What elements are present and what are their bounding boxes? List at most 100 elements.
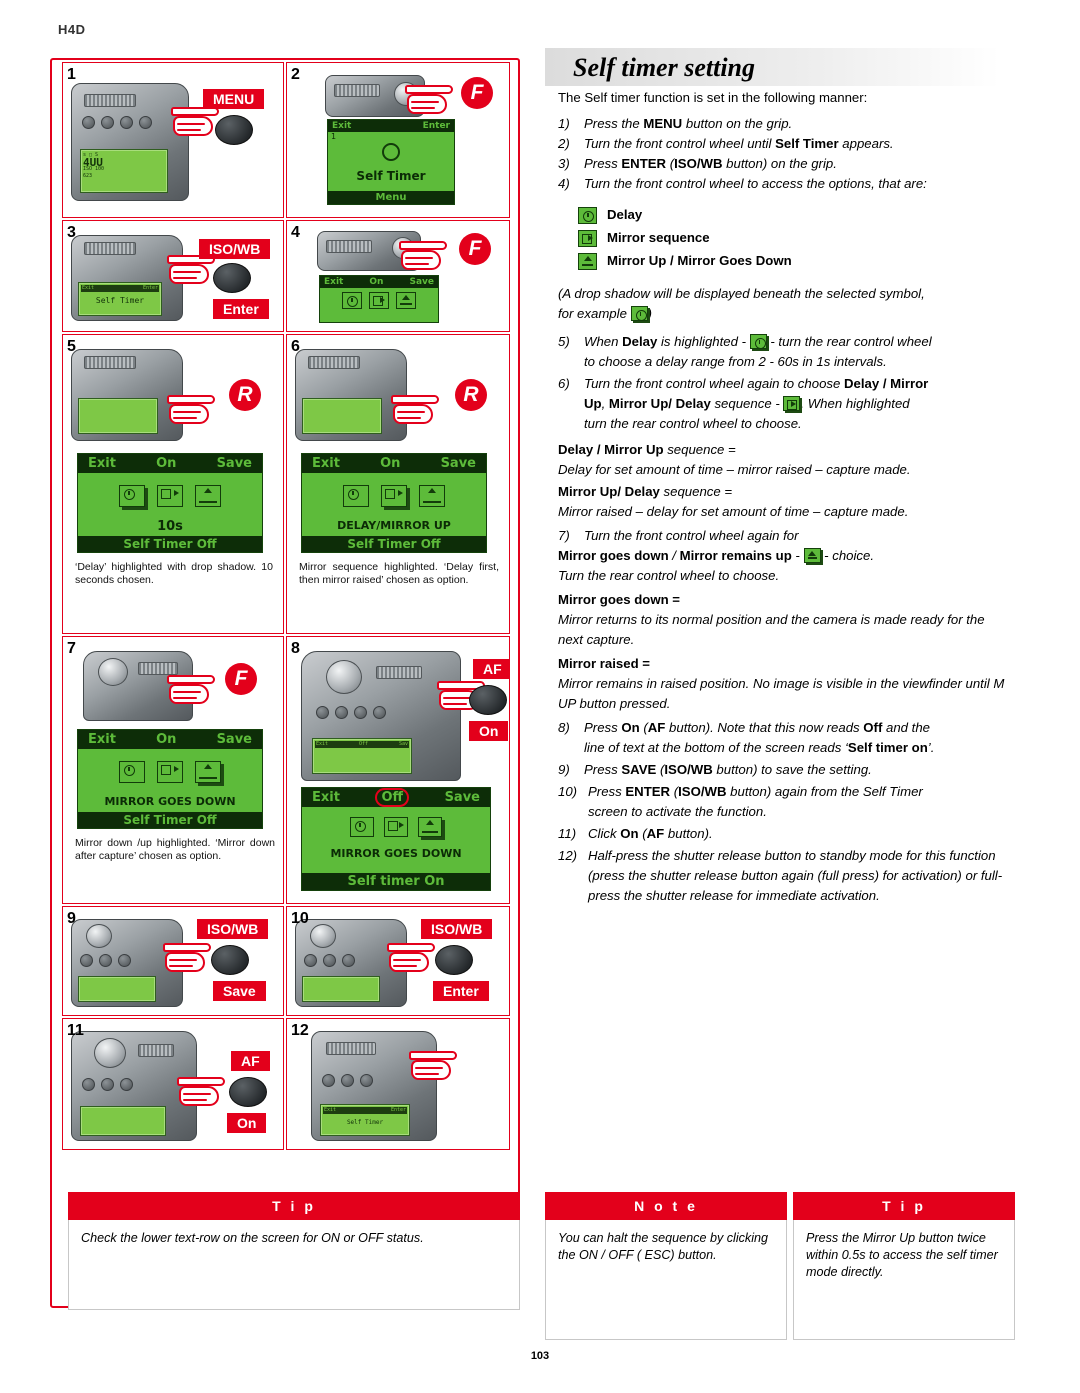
isowb-button-label: ISO/WB: [199, 239, 271, 259]
drop-shadow-note-line1: (A drop shadow will be displayed beneath…: [558, 286, 925, 301]
lcd-line-4: 623: [83, 173, 93, 179]
screen-value: DELAY/MIRROR UP: [337, 519, 451, 532]
mirror-up-icon: [195, 485, 221, 507]
mirror-sequence-icon: [783, 396, 801, 411]
instructions-column: The Self timer function is set in the fo…: [558, 88, 1010, 906]
isowb-physical-button[interactable]: [435, 945, 473, 975]
tip-box-left: T i p Check the lower text-row on the sc…: [68, 1192, 520, 1310]
step-text: Press the MENU button on the grip.: [584, 116, 793, 131]
step-item: 4) Turn the front control wheel to acces…: [558, 174, 1010, 194]
s10-p5: button) again from the Self Timer: [726, 784, 923, 799]
enter-label: Enter: [213, 299, 269, 319]
menu-physical-button[interactable]: [215, 115, 253, 145]
step-panel-10: 10 ISO/WB Enter: [286, 906, 510, 1016]
screen-save-label: Save: [216, 732, 252, 747]
step-panel-8: 8 Exit Off Sav AF On Exit Off Save MIRRO…: [286, 636, 510, 904]
camera-illustration: [71, 919, 183, 1007]
camera-ridge: [326, 1042, 376, 1055]
screen-exit-label: Exit: [88, 732, 116, 747]
note-box-text: You can halt the sequence by clicking th…: [545, 1220, 787, 1340]
screen-option-icons: [320, 292, 438, 309]
tip-box-right-header: T i p: [793, 1192, 1015, 1220]
step-text: Turn the front control wheel again to ch…: [584, 374, 1010, 434]
camera-illustration: [83, 651, 193, 721]
screen-option-icons: [78, 761, 262, 783]
screen-top-bar: Exit On Save: [320, 276, 438, 288]
definition-2: Mirror Up/ Delay sequence =: [558, 482, 1010, 502]
s8-af: AF: [647, 720, 666, 735]
panel-number: 9: [67, 910, 76, 927]
screen-save-label: Save: [444, 790, 480, 805]
camera-lcd: [78, 398, 158, 434]
af-button-label: AF: [473, 659, 509, 679]
camera-illustration: [71, 349, 183, 441]
s7-bold1: Mirror goes down: [558, 548, 669, 563]
document-model-header: H4D: [58, 22, 86, 37]
step-6: 6) Turn the front control wheel again to…: [558, 374, 1010, 434]
clock-icon: [749, 334, 767, 349]
definition-3-desc: Mirror returns to its normal position an…: [558, 612, 985, 647]
mirror-up-down-icon: [803, 548, 821, 563]
step-panel-1: 1 s □ S 4UU ISO 100 623 MENU: [62, 62, 284, 218]
panel-caption: ‘Delay’ highlighted with drop shadow. 10…: [75, 561, 273, 586]
step-8: 8) Press On (AF button). Note that this …: [558, 718, 1010, 758]
camera-ridge: [326, 240, 372, 253]
screen-option-icons: [302, 817, 490, 837]
step-panel-12: 12 Exit Enter Self Timer: [286, 1018, 510, 1150]
s7-bold2: Mirror remains up: [679, 548, 792, 563]
step-text: Click On (AF button).: [588, 824, 1010, 844]
clock-icon: [630, 306, 648, 321]
mirror-up-icon: [419, 485, 445, 507]
step-number: 8): [558, 720, 570, 735]
panel-number: 3: [67, 224, 76, 241]
panel-caption: Mirror down /up highlighted. ‘Mirror dow…: [75, 837, 275, 862]
camera-button-row: [322, 1074, 396, 1088]
camera-illustration: [317, 231, 421, 271]
s6-comma: ,: [601, 396, 609, 411]
camera-knob: [310, 924, 336, 948]
s9-p1: Press: [584, 762, 622, 777]
step-panel-9: 9 ISO/WB Save: [62, 906, 284, 1016]
step-5: 5) When Delay is highlighted - - turn th…: [558, 332, 1010, 372]
step-number: 5): [558, 334, 570, 349]
note-box: N o t e You can halt the sequence by cli…: [545, 1192, 787, 1340]
screen-clock-icon: [328, 143, 454, 165]
step-panel-4: 4 F Exit On Save: [286, 220, 510, 332]
af-physical-button[interactable]: [229, 1077, 267, 1107]
camera-lcd: [80, 1106, 166, 1136]
isowb-button-label: ISO/WB: [197, 919, 269, 939]
s7-slash: /: [668, 548, 680, 563]
drop-shadow-note-line2: for example: [558, 306, 627, 321]
isowb-physical-button[interactable]: [213, 263, 251, 293]
mirror-sequence-icon: [157, 761, 183, 783]
panel-number: 10: [291, 910, 309, 927]
s8-c2: Self timer on: [847, 740, 928, 755]
step-panel-5: 5 R Exit On Save 10s Self Timer Off ‘Del…: [62, 334, 284, 634]
s6-part1: Turn the front control wheel again to ch…: [584, 376, 844, 391]
af-physical-button[interactable]: [469, 685, 507, 715]
step-7: 7) Turn the front control wheel again fo…: [558, 526, 1010, 546]
panel-number: 11: [67, 1022, 84, 1039]
step-item: 1) Press the MENU button on the grip.: [558, 114, 1010, 134]
s8-c3: ’.: [927, 740, 935, 755]
camera-screen: Exit Off Save MIRROR GOES DOWN Self time…: [301, 787, 491, 891]
panel-number: 2: [291, 66, 300, 83]
step-11: 11) Click On (AF button).: [558, 824, 1010, 844]
camera-lcd: [302, 398, 382, 434]
s5-part1: When: [584, 334, 623, 349]
camera-knob: [94, 1038, 126, 1068]
clock-icon: [119, 761, 145, 783]
panel-number: 8: [291, 640, 300, 657]
s7-line2: Turn the rear control wheel to choose.: [558, 568, 780, 583]
drop-shadow-note-line3: ): [647, 306, 652, 321]
camera-lcd: Exit Off Sav: [312, 738, 412, 774]
panel-number: 1: [67, 66, 76, 83]
option-label: Delay: [607, 207, 643, 222]
isowb-physical-button[interactable]: [211, 945, 249, 975]
step-number: 11): [558, 826, 577, 841]
camera-screen: Exit On Save: [319, 275, 439, 323]
s11-p3: (: [638, 826, 647, 841]
step-number: 1): [558, 116, 570, 131]
camera-button-row: [304, 954, 378, 968]
on-label: On: [227, 1113, 267, 1133]
